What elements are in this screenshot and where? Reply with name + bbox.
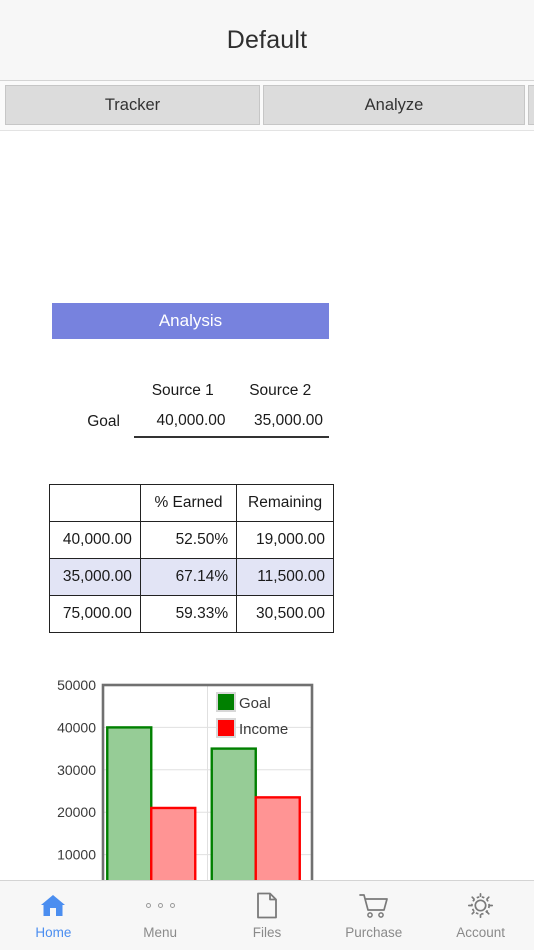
earnings-table: % Earned Remaining 40,000.00 52.50% 19,0… bbox=[49, 484, 334, 633]
tab-home[interactable]: Home bbox=[0, 881, 107, 950]
page-title: Default bbox=[226, 25, 308, 54]
table-cell-remaining: 30,500.00 bbox=[236, 595, 334, 633]
tab-menu[interactable]: Menu bbox=[107, 881, 214, 950]
table-cell-amount: 40,000.00 bbox=[49, 521, 141, 559]
tab-purchase[interactable]: Purchase bbox=[320, 881, 427, 950]
table-row: 40,000.00 52.50% 19,000.00 bbox=[49, 521, 334, 559]
svg-text:40000: 40000 bbox=[57, 719, 96, 735]
tab-purchase-label: Purchase bbox=[345, 924, 403, 940]
table-header-percent-earned: % Earned bbox=[139, 484, 238, 522]
tab-analyze-label: Analyze bbox=[364, 95, 424, 114]
goal-summary-row: Goal 40,000.00 35,000.00 bbox=[52, 409, 329, 438]
table-cell-remaining: 19,000.00 bbox=[236, 521, 334, 559]
tab-account-label: Account bbox=[456, 924, 505, 940]
table-cell-amount: 35,000.00 bbox=[49, 558, 141, 596]
goal-summary-corner bbox=[52, 379, 134, 409]
tab-files-label: Files bbox=[252, 924, 282, 940]
tab-tracker-label: Tracker bbox=[104, 95, 161, 114]
table-row: 75,000.00 59.33% 30,500.00 bbox=[49, 595, 334, 633]
goals-vs-income-chart: 01000020000300004000050000GoalIncome bbox=[45, 671, 320, 911]
tab-overflow[interactable] bbox=[528, 85, 534, 125]
table-header-remaining: Remaining bbox=[236, 484, 334, 522]
svg-text:Goal: Goal bbox=[239, 695, 271, 712]
svg-text:Income: Income bbox=[239, 721, 288, 738]
tab-analyze[interactable]: Analyze bbox=[263, 85, 525, 125]
tab-menu-label: Menu bbox=[143, 924, 178, 940]
cart-icon bbox=[358, 892, 389, 920]
goal-summary-header-row: Source 1 Source 2 bbox=[52, 379, 329, 409]
tab-account[interactable]: Account bbox=[427, 881, 534, 950]
table-cell-percent: 52.50% bbox=[139, 521, 238, 559]
goal-summary-value-source2: 35,000.00 bbox=[231, 409, 329, 438]
main-content: Analysis Source 1 Source 2 Goal 40,000.0… bbox=[0, 131, 534, 930]
home-icon bbox=[39, 892, 67, 920]
dots-icon bbox=[145, 892, 175, 920]
analysis-title: Analysis bbox=[158, 311, 223, 330]
svg-text:10000: 10000 bbox=[57, 847, 96, 863]
table-cell-amount: 75,000.00 bbox=[49, 595, 141, 633]
dot bbox=[157, 903, 163, 908]
dot bbox=[169, 903, 175, 908]
nav-header: Default bbox=[0, 0, 534, 81]
bottom-tab-bar: Home Menu Files Purchase Account bbox=[0, 880, 534, 950]
document-icon bbox=[256, 892, 278, 920]
gear-icon bbox=[467, 892, 494, 920]
goal-summary-col-source1: Source 1 bbox=[151, 382, 214, 399]
table-cell-remaining: 11,500.00 bbox=[236, 558, 334, 596]
svg-text:30000: 30000 bbox=[57, 762, 96, 778]
svg-text:20000: 20000 bbox=[57, 804, 96, 820]
tab-files[interactable]: Files bbox=[214, 881, 321, 950]
svg-text:50000: 50000 bbox=[57, 677, 96, 693]
chart-svg: 01000020000300004000050000GoalIncome bbox=[57, 677, 314, 905]
table-cell-percent: 67.14% bbox=[139, 558, 238, 596]
table-header-blank bbox=[49, 484, 141, 522]
segmented-tab-strip: Tracker Analyze bbox=[0, 81, 534, 131]
tab-home-label: Home bbox=[35, 924, 72, 940]
goal-summary-value-source1: 40,000.00 bbox=[134, 409, 232, 438]
analysis-section-header: Analysis bbox=[52, 303, 329, 339]
table-header-row: % Earned Remaining bbox=[49, 484, 334, 522]
dot bbox=[145, 903, 151, 908]
tab-tracker[interactable]: Tracker bbox=[5, 85, 260, 125]
goal-summary-table: Source 1 Source 2 Goal 40,000.00 35,000.… bbox=[52, 379, 329, 438]
table-cell-percent: 59.33% bbox=[139, 595, 238, 633]
goal-summary-col-source2: Source 2 bbox=[249, 382, 312, 399]
goal-summary-row-label: Goal bbox=[87, 412, 120, 430]
table-row: 35,000.00 67.14% 11,500.00 bbox=[49, 558, 334, 596]
